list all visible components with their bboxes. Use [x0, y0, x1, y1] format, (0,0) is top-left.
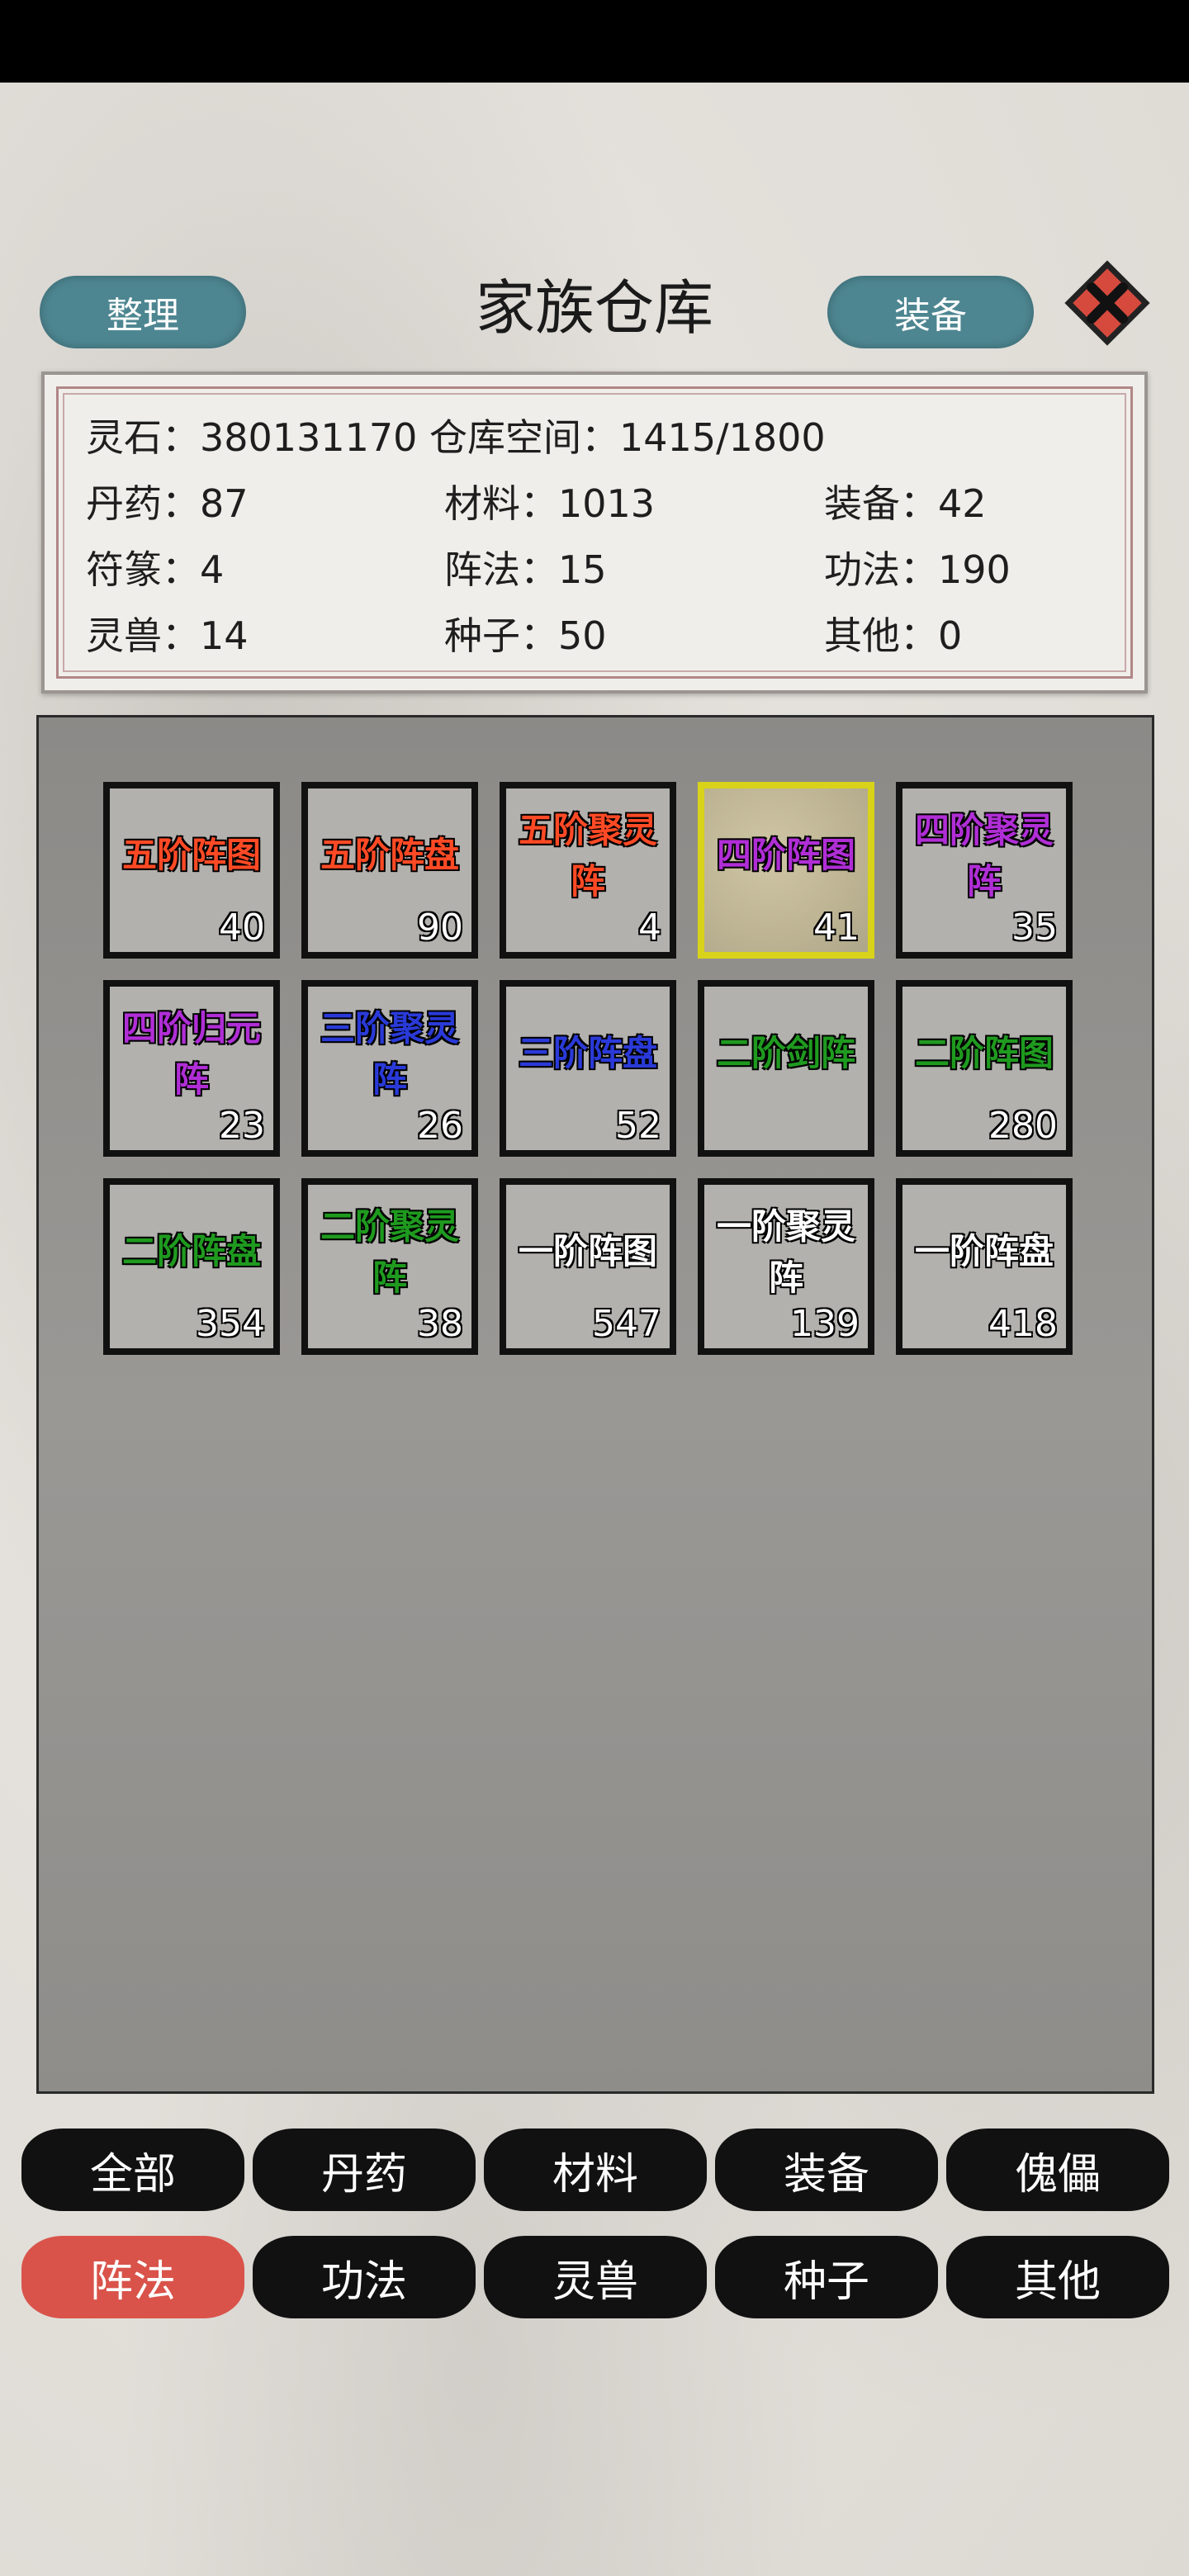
tab-pills[interactable]: 丹药	[253, 2129, 476, 2211]
stat-materials: 材料：1013	[444, 481, 656, 526]
item-name: 四阶阵图	[716, 835, 855, 875]
item-count: 418	[988, 1303, 1058, 1345]
tab-beasts[interactable]: 灵兽	[484, 2236, 707, 2318]
item-slot[interactable]: 二阶阵盘 354	[103, 1178, 280, 1355]
stat-seeds: 种子：50	[444, 613, 607, 658]
tab-equipment[interactable]: 装备	[715, 2129, 938, 2211]
item-name: 三阶阵盘	[518, 1033, 657, 1073]
item-name: 一阶阵图	[518, 1231, 657, 1271]
item-slot[interactable]: 四阶聚灵阵 35	[896, 782, 1073, 959]
stat-other: 其他：0	[824, 613, 963, 658]
item-count: 90	[417, 907, 463, 949]
item-count: 41	[813, 907, 860, 949]
item-count: 354	[196, 1303, 265, 1345]
item-name: 四阶归元阵	[121, 1008, 261, 1100]
inventory-grid: 五阶阵图 40 五阶阵盘 90 五阶聚灵阵 4 四阶阵图 41 四阶聚灵阵 35 四阶归元阵 23 三阶…	[36, 715, 1154, 2094]
item-name: 三阶聚灵阵	[320, 1008, 459, 1100]
item-count: 23	[219, 1105, 265, 1147]
tab-materials[interactable]: 材料	[484, 2129, 707, 2211]
item-count: 52	[615, 1105, 661, 1147]
stat-beasts: 灵兽：14	[86, 613, 249, 658]
item-slot[interactable]: 一阶阵盘 418	[896, 1178, 1073, 1355]
stat-formations: 阵法：15	[444, 547, 607, 592]
stat-pills: 丹药：87	[86, 481, 249, 526]
stats-panel: 灵石：380131170 仓库空间：1415/1800 丹药：87 材料：101…	[41, 372, 1148, 694]
tab-all[interactable]: 全部	[21, 2129, 244, 2211]
item-name: 一阶阵盘	[914, 1231, 1054, 1271]
item-name: 二阶阵图	[914, 1033, 1054, 1073]
item-name: 二阶阵盘	[121, 1231, 261, 1271]
tab-puppets[interactable]: 傀儡	[946, 2129, 1169, 2211]
item-name: 二阶剑阵	[716, 1033, 855, 1073]
item-count: 38	[417, 1303, 463, 1345]
equip-button[interactable]: 装备	[827, 276, 1034, 348]
item-slot[interactable]: 五阶阵盘 90	[301, 782, 478, 959]
item-slot[interactable]: 一阶聚灵阵 139	[698, 1178, 874, 1355]
tab-seeds[interactable]: 种子	[715, 2236, 938, 2318]
item-slot[interactable]: 二阶阵图 280	[896, 980, 1073, 1157]
item-name: 五阶阵图	[121, 835, 261, 875]
item-slot[interactable]: 二阶聚灵阵 38	[301, 1178, 478, 1355]
item-name: 五阶聚灵阵	[518, 810, 657, 902]
item-count: 139	[790, 1303, 860, 1345]
page-title: 家族仓库	[475, 273, 713, 343]
tab-techniques[interactable]: 功法	[253, 2236, 476, 2318]
close-button[interactable]	[1062, 258, 1153, 348]
item-slot[interactable]: 二阶剑阵	[698, 980, 874, 1157]
status-bar	[0, 0, 1189, 83]
item-count: 40	[219, 907, 265, 949]
stat-talismans: 符篆：4	[86, 547, 225, 592]
sort-button[interactable]: 整理	[40, 276, 246, 348]
item-count: 280	[988, 1105, 1058, 1147]
item-slot[interactable]: 一阶阵图 547	[500, 1178, 676, 1355]
item-slot[interactable]: 五阶阵图 40	[103, 782, 280, 959]
item-slot[interactable]: 五阶聚灵阵 4	[500, 782, 676, 959]
tab-formations[interactable]: 阵法	[21, 2236, 244, 2318]
item-name: 一阶聚灵阵	[716, 1206, 855, 1298]
item-name: 二阶聚灵阵	[320, 1206, 459, 1298]
item-count: 4	[638, 907, 661, 949]
item-name: 五阶阵盘	[320, 835, 459, 875]
tab-other[interactable]: 其他	[946, 2236, 1169, 2318]
spirit-stone-and-capacity: 灵石：380131170 仓库空间：1415/1800	[86, 415, 826, 460]
stat-techniques: 功法：190	[824, 547, 1011, 592]
item-slot[interactable]: 三阶聚灵阵 26	[301, 980, 478, 1157]
item-name: 四阶聚灵阵	[914, 810, 1054, 902]
item-count: 35	[1011, 907, 1058, 949]
item-count: 547	[592, 1303, 661, 1345]
item-slot[interactable]: 四阶阵图 41	[698, 782, 874, 959]
item-slot[interactable]: 三阶阵盘 52	[500, 980, 676, 1157]
item-slot[interactable]: 四阶归元阵 23	[103, 980, 280, 1157]
item-count: 26	[417, 1105, 463, 1147]
close-icon	[1064, 260, 1150, 346]
stat-equipment: 装备：42	[824, 481, 987, 526]
